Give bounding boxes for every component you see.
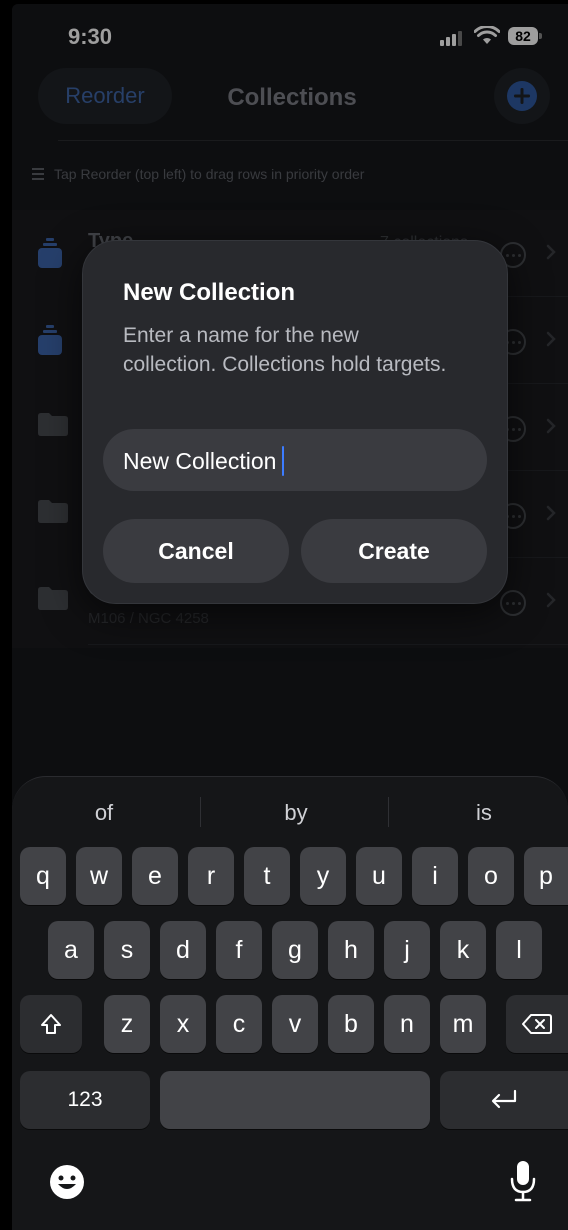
key-x[interactable]: x — [160, 995, 206, 1053]
backspace-icon — [522, 1014, 552, 1034]
return-icon — [491, 1089, 517, 1109]
key-v[interactable]: v — [272, 995, 318, 1053]
key-r[interactable]: r — [188, 847, 234, 905]
dialog-message: Enter a name for the new collection. Col… — [123, 324, 447, 376]
return-key[interactable] — [440, 1071, 568, 1129]
key-d[interactable]: d — [160, 921, 206, 979]
create-button[interactable]: Create — [301, 519, 487, 583]
shift-key[interactable] — [20, 995, 82, 1053]
suggestion-2[interactable]: by — [206, 791, 386, 835]
key-n[interactable]: n — [384, 995, 430, 1053]
app-window: 9:30 82 Reorder Collections Tap Reorder … — [12, 4, 568, 1230]
screen: 9:30 82 Reorder Collections Tap Reorder … — [0, 0, 568, 1230]
key-y[interactable]: y — [300, 847, 346, 905]
microphone-icon[interactable] — [508, 1159, 538, 1203]
key-e[interactable]: e — [132, 847, 178, 905]
input-value: New Collection — [123, 447, 277, 474]
key-z[interactable]: z — [104, 995, 150, 1053]
collection-name-input[interactable]: New Collection — [103, 429, 487, 491]
key-g[interactable]: g — [272, 921, 318, 979]
delete-key[interactable] — [506, 995, 568, 1053]
key-h[interactable]: h — [328, 921, 374, 979]
key-c[interactable]: c — [216, 995, 262, 1053]
shift-icon — [41, 1014, 61, 1034]
key-t[interactable]: t — [244, 847, 290, 905]
suggestion-1[interactable]: of — [14, 791, 194, 835]
key-s[interactable]: s — [104, 921, 150, 979]
key-j[interactable]: j — [384, 921, 430, 979]
suggestion-divider — [388, 797, 389, 827]
key-f[interactable]: f — [216, 921, 262, 979]
numbers-key[interactable]: 123 — [20, 1071, 150, 1129]
key-w[interactable]: w — [76, 847, 122, 905]
new-collection-dialog: New Collection Enter a name for the new … — [82, 240, 508, 604]
key-q[interactable]: q — [20, 847, 66, 905]
cancel-button[interactable]: Cancel — [103, 519, 289, 583]
emoji-icon[interactable] — [48, 1163, 86, 1201]
key-u[interactable]: u — [356, 847, 402, 905]
key-l[interactable]: l — [496, 921, 542, 979]
space-bar[interactable] — [160, 1071, 430, 1129]
dialog-title: New Collection — [123, 279, 296, 306]
key-o[interactable]: o — [468, 847, 514, 905]
key-a[interactable]: a — [48, 921, 94, 979]
suggestion-3[interactable]: is — [394, 791, 568, 835]
text-cursor — [282, 446, 285, 476]
keyboard: of by is q w e r t y u i o p a s d f g h… — [12, 776, 568, 1230]
key-k[interactable]: k — [440, 921, 486, 979]
key-b[interactable]: b — [328, 995, 374, 1053]
key-m[interactable]: m — [440, 995, 486, 1053]
key-i[interactable]: i — [412, 847, 458, 905]
key-p[interactable]: p — [524, 847, 568, 905]
suggestion-divider — [200, 797, 201, 827]
